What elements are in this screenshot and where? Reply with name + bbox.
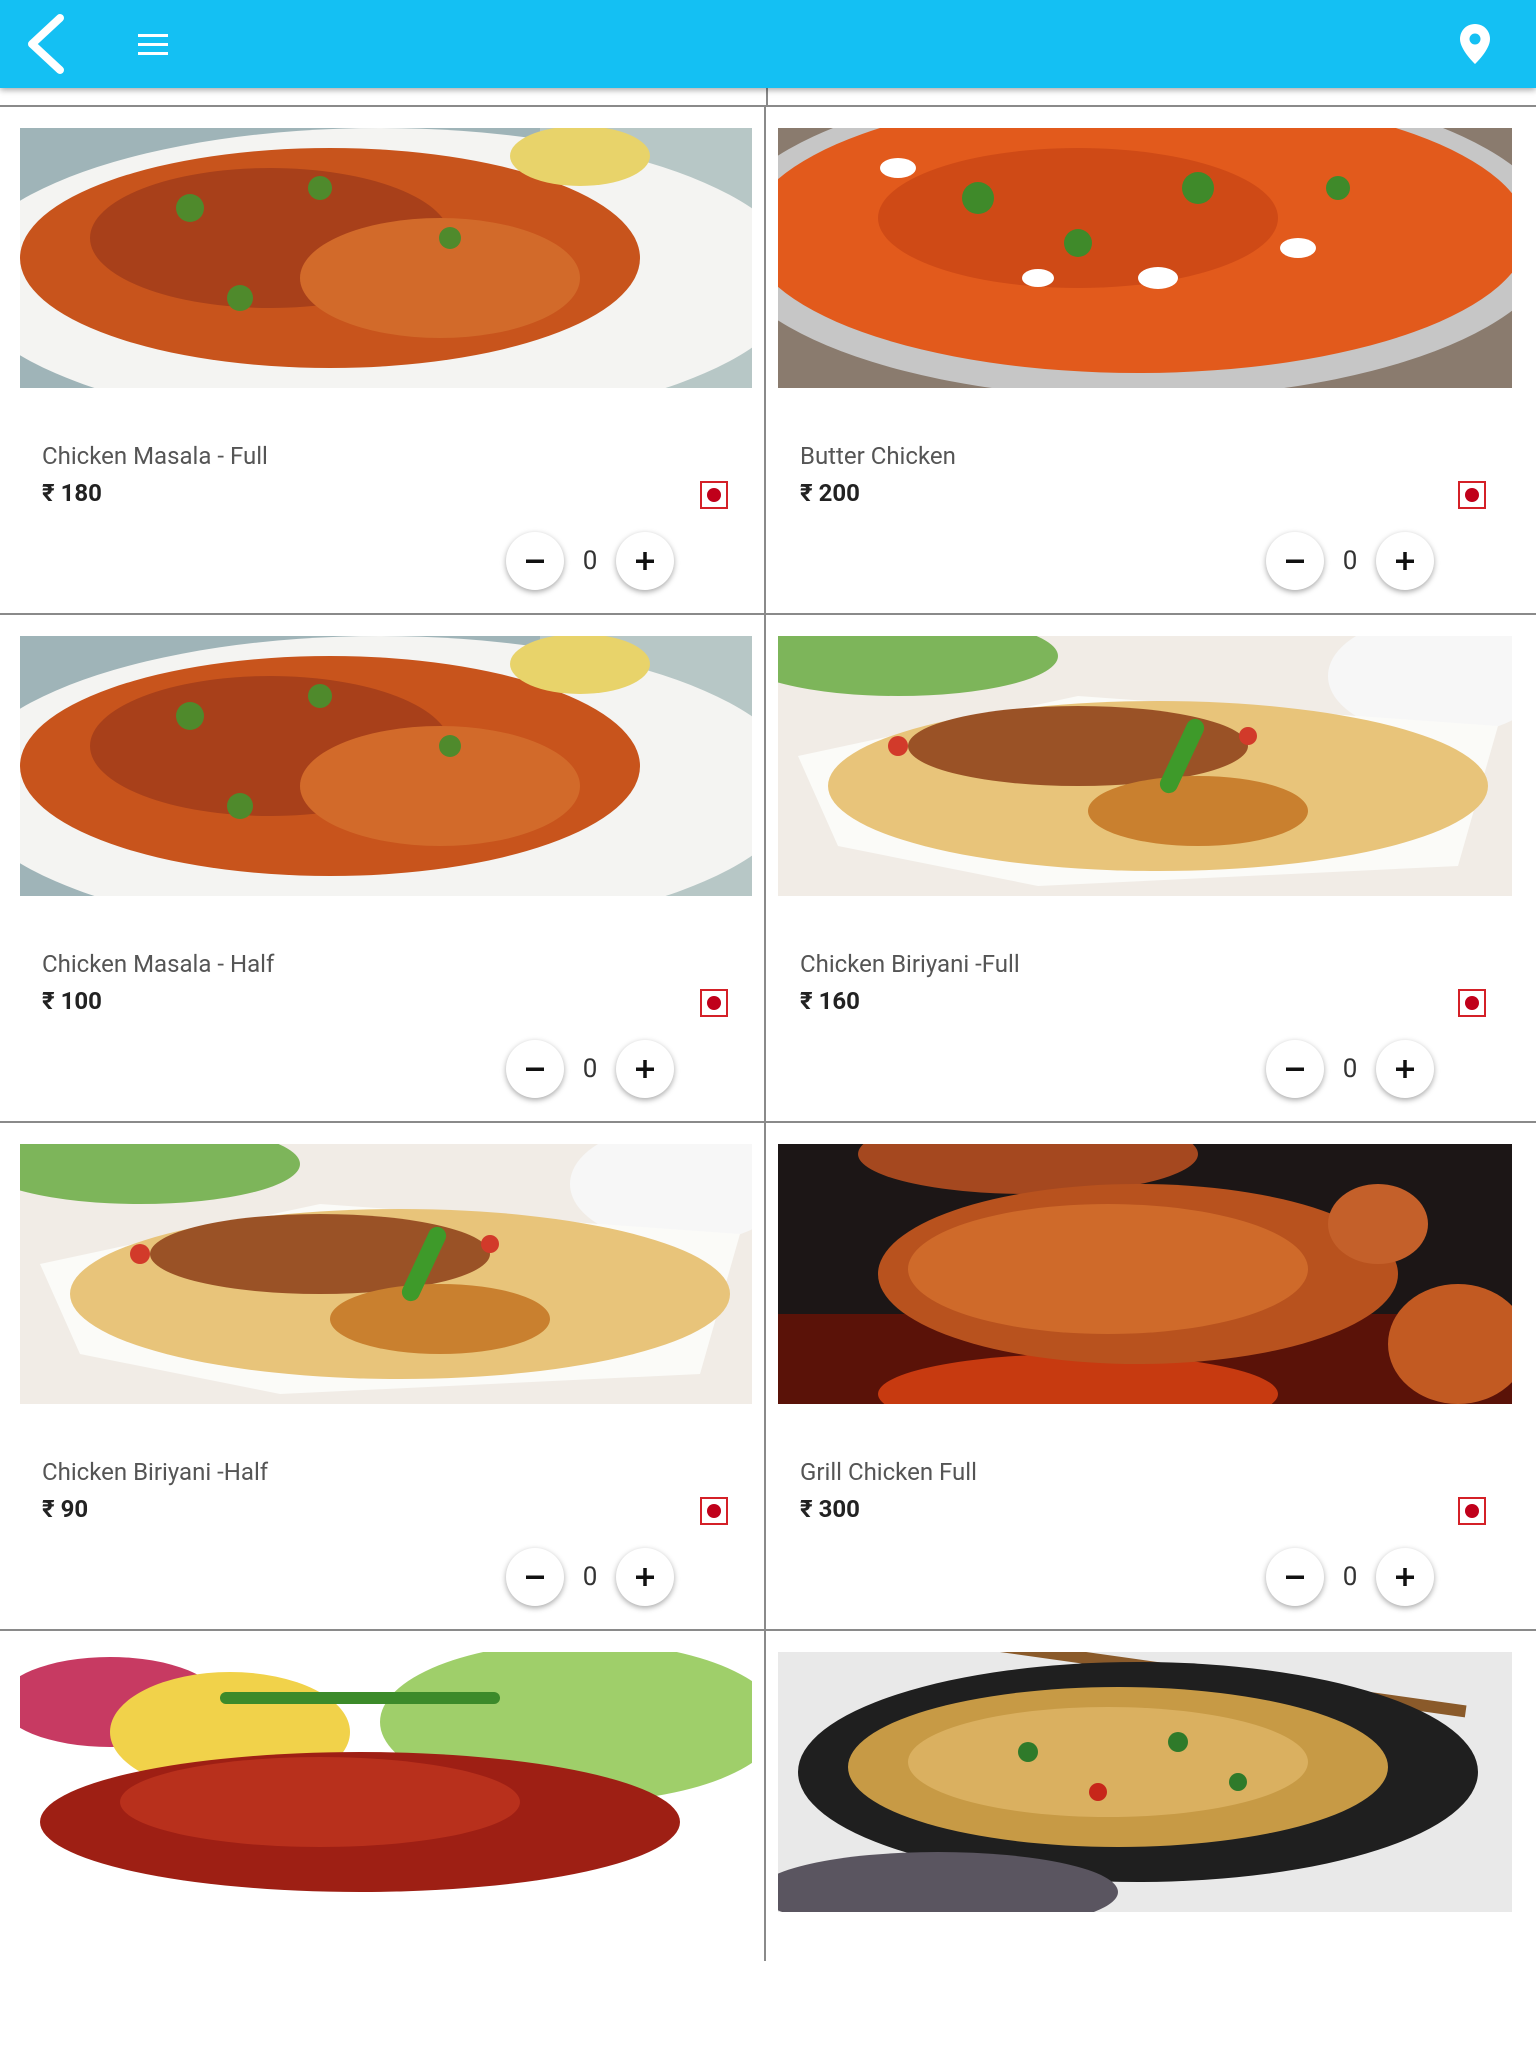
item-price: ₹ 200 — [800, 479, 860, 507]
plus-icon — [1396, 552, 1414, 570]
quantity-stepper: 0 — [1266, 532, 1442, 590]
item-price: ₹ 300 — [800, 1495, 860, 1523]
increase-quantity-button[interactable] — [1376, 1548, 1434, 1606]
plus-icon — [636, 552, 654, 570]
food-image-chicken-biriyani — [20, 1144, 752, 1404]
menu-item-card[interactable]: Chicken Biriyani -Half ₹ 90 0 — [0, 1123, 766, 1629]
item-price: ₹ 160 — [800, 987, 860, 1015]
quantity-value: 0 — [1342, 1562, 1358, 1592]
item-name: Chicken Biriyani -Half — [42, 1458, 269, 1486]
item-name: Grill Chicken Full — [800, 1458, 977, 1486]
menu-row — [0, 1631, 1536, 1961]
menu-row: Chicken Masala - Full ₹ 180 0 Butter Chi… — [0, 107, 1536, 615]
menu-item-card[interactable]: Chicken Biriyani -Full ₹ 160 0 — [768, 615, 1534, 1121]
food-image-chicken-masala — [20, 636, 752, 896]
decrease-quantity-button[interactable] — [506, 532, 564, 590]
food-image-noodles — [778, 1652, 1512, 1912]
menu-item-card[interactable]: Grill Chicken Full ₹ 300 0 — [768, 1123, 1534, 1629]
item-price: ₹ 100 — [42, 987, 102, 1015]
app-bar — [0, 0, 1536, 88]
quantity-stepper: 0 — [506, 1548, 682, 1606]
divider — [766, 88, 768, 106]
non-veg-indicator-icon — [700, 481, 728, 509]
quantity-value: 0 — [1342, 1054, 1358, 1084]
menu-row: Chicken Masala - Half ₹ 100 0 Chicken Bi… — [0, 615, 1536, 1123]
increase-quantity-button[interactable] — [616, 1040, 674, 1098]
minus-icon — [1286, 1575, 1304, 1579]
menu-item-card[interactable]: Chicken Masala - Full ₹ 180 0 — [0, 107, 766, 613]
plus-icon — [1396, 1568, 1414, 1586]
quantity-stepper: 0 — [1266, 1040, 1442, 1098]
non-veg-indicator-icon — [1458, 989, 1486, 1017]
item-name: Chicken Masala - Full — [42, 442, 268, 470]
hamburger-menu-icon[interactable] — [134, 28, 174, 62]
decrease-quantity-button[interactable] — [506, 1548, 564, 1606]
increase-quantity-button[interactable] — [1376, 532, 1434, 590]
food-image-grill-chicken — [778, 1144, 1512, 1404]
minus-icon — [526, 559, 544, 563]
decrease-quantity-button[interactable] — [1266, 1040, 1324, 1098]
quantity-stepper: 0 — [1266, 1548, 1442, 1606]
minus-icon — [1286, 1067, 1304, 1071]
increase-quantity-button[interactable] — [616, 1548, 674, 1606]
food-image-chicken-biriyani — [778, 636, 1512, 896]
increase-quantity-button[interactable] — [616, 532, 674, 590]
item-name: Chicken Biriyani -Full — [800, 950, 1020, 978]
non-veg-indicator-icon — [1458, 1497, 1486, 1525]
minus-icon — [526, 1575, 544, 1579]
quantity-value: 0 — [582, 1054, 598, 1084]
back-arrow-icon[interactable] — [22, 14, 74, 74]
menu-grid: Chicken Masala - Full ₹ 180 0 Butter Chi… — [0, 107, 1536, 1961]
quantity-stepper: 0 — [506, 1040, 682, 1098]
quantity-stepper: 0 — [506, 532, 682, 590]
decrease-quantity-button[interactable] — [1266, 1548, 1324, 1606]
location-pin-icon[interactable] — [1458, 22, 1492, 66]
food-image-chicken-65 — [20, 1652, 752, 1912]
item-name: Butter Chicken — [800, 442, 956, 470]
item-price: ₹ 90 — [42, 1495, 89, 1523]
menu-item-card[interactable] — [0, 1631, 766, 1961]
quantity-value: 0 — [1342, 546, 1358, 576]
quantity-value: 0 — [582, 546, 598, 576]
non-veg-indicator-icon — [1458, 481, 1486, 509]
food-image-butter-chicken — [778, 128, 1512, 388]
minus-icon — [1286, 559, 1304, 563]
minus-icon — [526, 1067, 544, 1071]
menu-item-card[interactable] — [768, 1631, 1534, 1961]
item-name: Chicken Masala - Half — [42, 950, 275, 978]
menu-row: Chicken Biriyani -Half ₹ 90 0 Grill Chic… — [0, 1123, 1536, 1631]
plus-icon — [1396, 1060, 1414, 1078]
menu-item-card[interactable]: Chicken Masala - Half ₹ 100 0 — [0, 615, 766, 1121]
quantity-value: 0 — [582, 1562, 598, 1592]
food-image-chicken-masala — [20, 128, 752, 388]
decrease-quantity-button[interactable] — [1266, 532, 1324, 590]
decrease-quantity-button[interactable] — [506, 1040, 564, 1098]
non-veg-indicator-icon — [700, 1497, 728, 1525]
plus-icon — [636, 1568, 654, 1586]
increase-quantity-button[interactable] — [1376, 1040, 1434, 1098]
menu-item-card[interactable]: Butter Chicken ₹ 200 0 — [768, 107, 1534, 613]
plus-icon — [636, 1060, 654, 1078]
item-price: ₹ 180 — [42, 479, 102, 507]
non-veg-indicator-icon — [700, 989, 728, 1017]
